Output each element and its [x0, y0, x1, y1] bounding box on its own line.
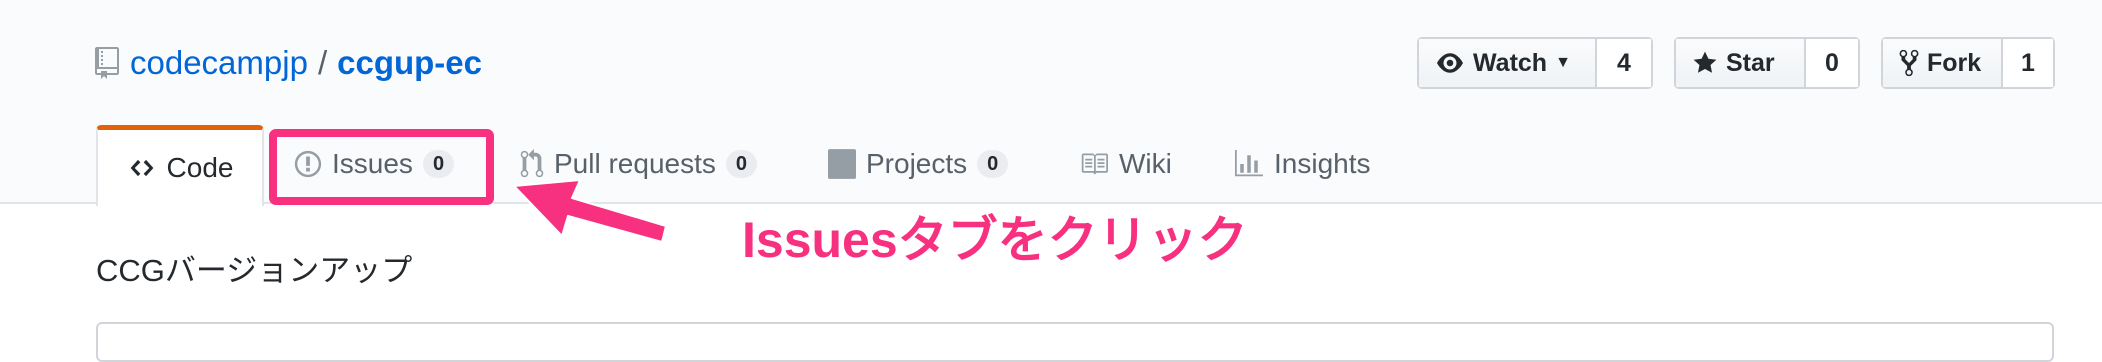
- star-button[interactable]: Star: [1676, 39, 1806, 87]
- file-list-box: [96, 322, 2054, 362]
- book-icon: [1081, 153, 1108, 174]
- code-icon: [130, 159, 153, 177]
- fork-label: Fork: [1927, 48, 1982, 77]
- repo-owner-link[interactable]: codecampjp: [130, 44, 308, 82]
- repo-description: CCGバージョンアップ: [96, 253, 413, 288]
- repo-forked-icon: [1899, 49, 1919, 77]
- fork-button[interactable]: Fork: [1883, 39, 2003, 87]
- annotation-text: Issuesタブをクリック: [742, 212, 1248, 268]
- tab-wiki-label: Wiki: [1119, 147, 1172, 179]
- tab-code-label: Code: [166, 152, 234, 183]
- watch-label: Watch: [1473, 48, 1548, 77]
- tab-projects-label: Projects: [866, 147, 968, 179]
- annotation-arrow-icon: [513, 179, 667, 243]
- watch-button[interactable]: Watch ▼: [1419, 39, 1597, 87]
- repo-title: codecampjp / ccgup-ec: [94, 38, 482, 88]
- tab-code[interactable]: Code: [96, 125, 264, 206]
- path-separator: /: [317, 44, 328, 81]
- project-icon: [828, 148, 856, 179]
- star-icon: [1693, 51, 1717, 73]
- graph-icon: [1235, 149, 1263, 176]
- pull-requests-counter: 0: [725, 149, 757, 178]
- fork-button-group: Fork 1: [1881, 37, 2055, 89]
- projects-counter: 0: [977, 149, 1009, 178]
- eye-icon: [1437, 53, 1463, 73]
- caret-down-icon: ▼: [1555, 54, 1571, 71]
- fork-count[interactable]: 1: [2003, 39, 2053, 87]
- tab-insights[interactable]: Insights: [1234, 125, 1371, 202]
- star-count[interactable]: 0: [1806, 39, 1858, 87]
- repo-icon: [95, 47, 119, 79]
- repo-name-link[interactable]: ccgup-ec: [337, 44, 482, 82]
- watch-button-group: Watch ▼ 4: [1417, 37, 1653, 89]
- star-label: Star: [1726, 48, 1775, 77]
- star-button-group: Star 0: [1674, 37, 1860, 89]
- tab-insights-label: Insights: [1274, 147, 1371, 179]
- issues-tab-highlight: [269, 129, 494, 205]
- watch-count[interactable]: 4: [1597, 39, 1651, 87]
- tab-projects[interactable]: Projects 0: [828, 125, 1009, 202]
- tab-wiki[interactable]: Wiki: [1079, 125, 1172, 202]
